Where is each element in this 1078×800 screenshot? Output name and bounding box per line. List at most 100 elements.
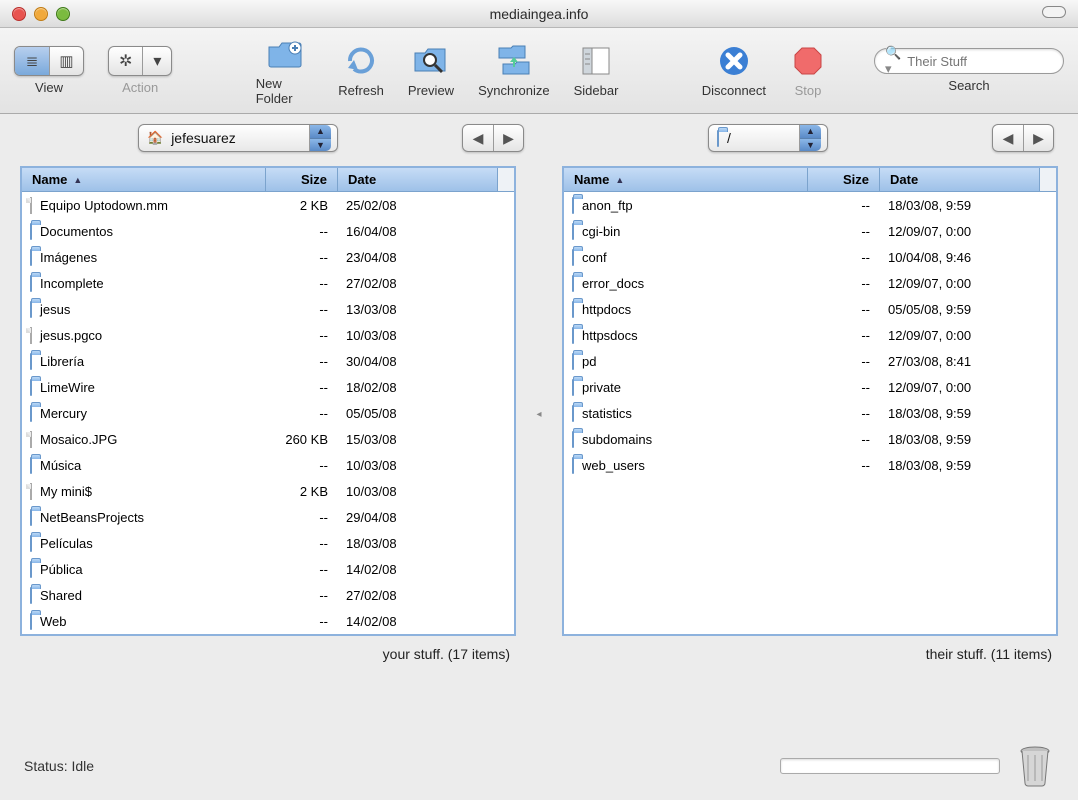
table-row[interactable]: Mercury--05/05/08 xyxy=(22,400,514,426)
local-col-date[interactable]: Date xyxy=(338,168,498,191)
table-row[interactable]: pd--27/03/08, 8:41 xyxy=(564,348,1056,374)
table-row[interactable]: private--12/09/07, 0:00 xyxy=(564,374,1056,400)
magnifier-icon: 🔍▾ xyxy=(885,45,901,77)
file-name: Equipo Uptodown.mm xyxy=(40,198,168,213)
new-folder-icon[interactable] xyxy=(267,36,303,72)
folder-icon xyxy=(30,588,32,603)
folder-icon xyxy=(572,250,574,265)
table-row[interactable]: Equipo Uptodown.mm2 KB25/02/08 xyxy=(22,192,514,218)
file-date: 27/02/08 xyxy=(338,276,498,291)
table-row[interactable]: Pública--14/02/08 xyxy=(22,556,514,582)
remote-col-size[interactable]: Size xyxy=(808,168,880,191)
synchronize-icon[interactable] xyxy=(496,43,532,79)
disconnect-icon[interactable] xyxy=(716,43,752,79)
table-row[interactable]: conf--10/04/08, 9:46 xyxy=(564,244,1056,270)
file-size: -- xyxy=(808,354,880,369)
table-row[interactable]: web_users--18/03/08, 9:59 xyxy=(564,452,1056,478)
column-view-icon[interactable]: ▥ xyxy=(49,47,83,75)
view-mode-segment[interactable]: ≣ ▥ xyxy=(14,46,84,76)
local-path-stepper[interactable]: ▲▼ xyxy=(309,125,331,151)
file-date: 29/04/08 xyxy=(338,510,498,525)
table-row[interactable]: statistics--18/03/08, 9:59 xyxy=(564,400,1056,426)
remote-rows[interactable]: anon_ftp--18/03/08, 9:59cgi-bin--12/09/0… xyxy=(564,192,1056,634)
file-size: 260 KB xyxy=(266,432,338,447)
table-row[interactable]: Películas--18/03/08 xyxy=(22,530,514,556)
table-row[interactable]: httpdocs--05/05/08, 9:59 xyxy=(564,296,1056,322)
table-row[interactable]: My mini$2 KB10/03/08 xyxy=(22,478,514,504)
folder-icon xyxy=(572,276,574,291)
remote-path-stepper[interactable]: ▲▼ xyxy=(799,125,821,151)
local-scrollbar-header xyxy=(498,168,516,191)
table-row[interactable]: httpsdocs--12/09/07, 0:00 xyxy=(564,322,1056,348)
file-name: Pública xyxy=(40,562,83,577)
file-icon xyxy=(30,198,32,213)
pane-divider[interactable]: ◂ xyxy=(534,166,544,662)
local-rows[interactable]: Equipo Uptodown.mm2 KB25/02/08Documentos… xyxy=(22,192,514,634)
table-row[interactable]: Librería--30/04/08 xyxy=(22,348,514,374)
local-col-size[interactable]: Size xyxy=(266,168,338,191)
local-col-name[interactable]: Name xyxy=(22,168,266,191)
file-date: 14/02/08 xyxy=(338,562,498,577)
file-size: -- xyxy=(808,250,880,265)
search-input[interactable] xyxy=(907,54,1078,69)
file-size: -- xyxy=(808,276,880,291)
gear-icon[interactable]: ✲ xyxy=(109,47,142,75)
file-size: -- xyxy=(808,302,880,317)
file-date: 25/02/08 xyxy=(338,198,498,213)
table-row[interactable]: Música--10/03/08 xyxy=(22,452,514,478)
local-back-button[interactable]: ◀ xyxy=(463,125,493,151)
file-icon xyxy=(30,328,32,343)
remote-path-popup[interactable]: / ▲▼ xyxy=(708,124,828,152)
table-row[interactable]: Imágenes--23/04/08 xyxy=(22,244,514,270)
table-row[interactable]: cgi-bin--12/09/07, 0:00 xyxy=(564,218,1056,244)
file-name: Librería xyxy=(40,354,84,369)
table-row[interactable]: Documentos--16/04/08 xyxy=(22,218,514,244)
sidebar-icon[interactable] xyxy=(578,43,614,79)
file-name: conf xyxy=(582,250,607,265)
file-date: 18/03/08, 9:59 xyxy=(880,198,1040,213)
table-row[interactable]: Incomplete--27/02/08 xyxy=(22,270,514,296)
table-row[interactable]: subdomains--18/03/08, 9:59 xyxy=(564,426,1056,452)
action-dropdown-arrow-icon[interactable]: ▾ xyxy=(142,47,171,75)
file-icon xyxy=(30,484,32,499)
local-forward-button[interactable]: ▶ xyxy=(493,125,523,151)
file-date: 18/03/08, 9:59 xyxy=(880,432,1040,447)
table-row[interactable]: jesus--13/03/08 xyxy=(22,296,514,322)
file-name: Mosaico.JPG xyxy=(40,432,117,447)
synchronize-label: Synchronize xyxy=(478,83,550,98)
action-menu[interactable]: ✲ ▾ xyxy=(108,46,172,76)
file-size: -- xyxy=(266,380,338,395)
remote-col-date[interactable]: Date xyxy=(880,168,1040,191)
local-path-popup[interactable]: 🏠 jefesuarez ▲▼ xyxy=(138,124,338,152)
remote-back-button[interactable]: ◀ xyxy=(993,125,1023,151)
file-size: 2 KB xyxy=(266,484,338,499)
table-row[interactable]: NetBeansProjects--29/04/08 xyxy=(22,504,514,530)
file-date: 12/09/07, 0:00 xyxy=(880,328,1040,343)
stop-icon[interactable] xyxy=(790,43,826,79)
file-date: 14/02/08 xyxy=(338,614,498,629)
preview-icon[interactable] xyxy=(413,43,449,79)
table-row[interactable]: Web--14/02/08 xyxy=(22,608,514,634)
table-row[interactable]: jesus.pgco--10/03/08 xyxy=(22,322,514,348)
file-name: subdomains xyxy=(582,432,652,447)
action-label: Action xyxy=(122,80,158,95)
folder-icon xyxy=(572,198,574,213)
trash-icon[interactable] xyxy=(1016,743,1054,789)
refresh-icon[interactable] xyxy=(343,43,379,79)
table-row[interactable]: LimeWire--18/02/08 xyxy=(22,374,514,400)
remote-col-name[interactable]: Name xyxy=(564,168,808,191)
window-title: mediaingea.info xyxy=(0,6,1078,22)
toolbar-toggle-pill[interactable] xyxy=(1042,6,1066,18)
table-row[interactable]: error_docs--12/09/07, 0:00 xyxy=(564,270,1056,296)
table-row[interactable]: Shared--27/02/08 xyxy=(22,582,514,608)
file-size: -- xyxy=(266,588,338,603)
table-row[interactable]: Mosaico.JPG260 KB15/03/08 xyxy=(22,426,514,452)
folder-icon xyxy=(30,250,32,265)
remote-forward-button[interactable]: ▶ xyxy=(1023,125,1053,151)
list-view-icon[interactable]: ≣ xyxy=(15,47,49,75)
toolbar: ≣ ▥ View ✲ ▾ Action New Folder Refresh P… xyxy=(0,28,1078,114)
remote-summary: their stuff. (11 items) xyxy=(562,636,1058,662)
folder-icon xyxy=(572,432,574,447)
search-field[interactable]: 🔍▾ xyxy=(874,48,1064,74)
table-row[interactable]: anon_ftp--18/03/08, 9:59 xyxy=(564,192,1056,218)
